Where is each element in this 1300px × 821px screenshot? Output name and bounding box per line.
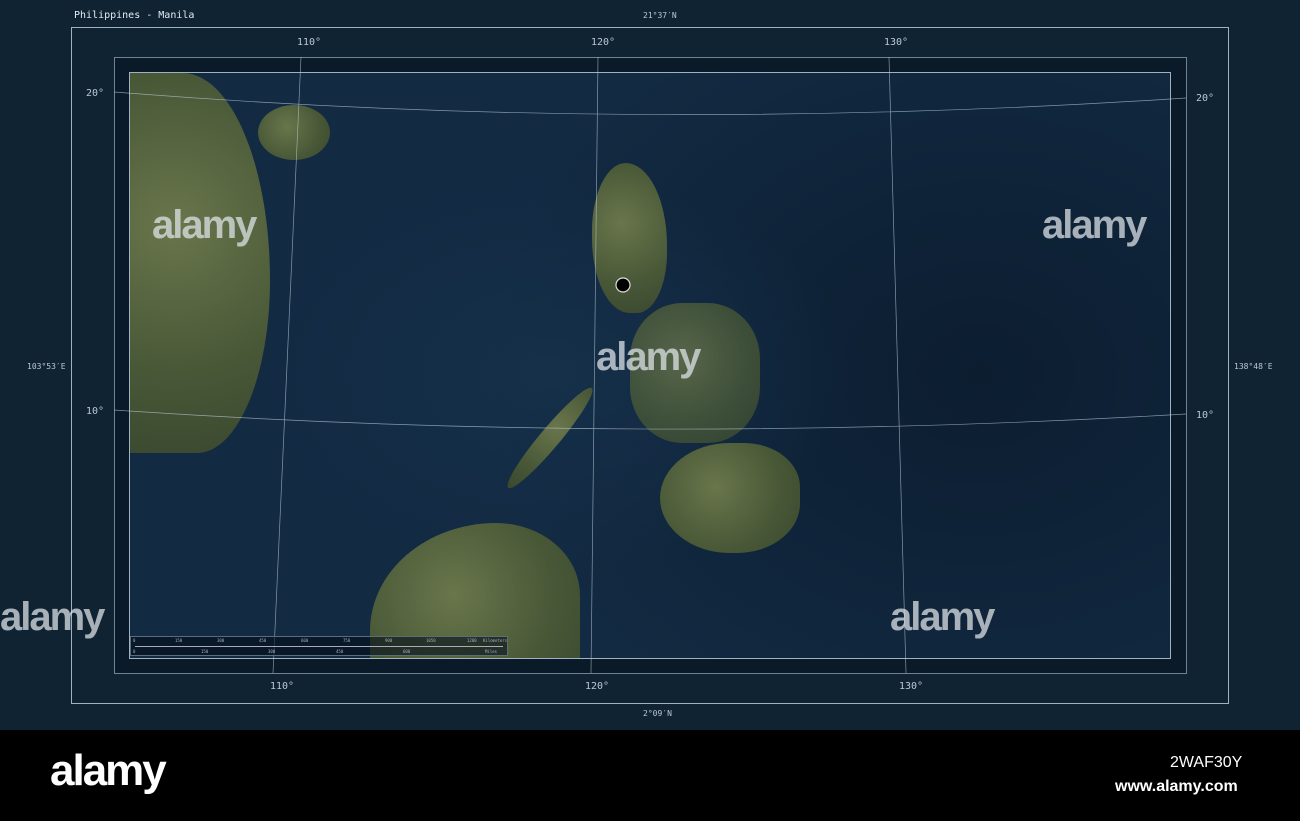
km-tick: 900 [385,638,393,643]
watermark: alamy [152,203,257,247]
mi-tick: 600 [403,649,411,654]
km-tick: 600 [301,638,309,643]
km-tick: 1200 [467,638,477,643]
manila-marker [615,277,631,293]
mi-tick: 450 [336,649,344,654]
mi-tick: 300 [268,649,276,654]
lat-line-10 [113,409,1187,430]
km-tick: 1050 [426,638,436,643]
image-code: 2WAF30Y [1170,754,1243,771]
graticule-lines [113,56,1187,674]
km-tick: 750 [343,638,351,643]
lon-line-110 [272,56,302,674]
km-tick: 450 [259,638,267,643]
scale-bar: 0 150 300 450 600 750 900 1050 1200 Kilo… [130,636,508,656]
lat-line-20 [113,91,1187,115]
watermark: alamy [890,595,995,639]
mi-tick: 150 [201,649,209,654]
mi-tick: 0 [133,649,136,654]
alamy-logo: alamy [50,746,167,795]
watermark: alamy [596,335,701,379]
lon-line-130 [888,56,907,674]
mi-unit: Miles [485,649,498,654]
site-url: www.alamy.com [1115,778,1238,795]
watermark: alamy [0,595,105,639]
km-tick: 0 [133,638,136,643]
watermark: alamy [1042,203,1147,247]
km-tick: 150 [175,638,183,643]
km-tick: 300 [217,638,225,643]
km-unit: Kilometers [483,638,508,643]
stock-footer: alamy 2WAF30Y www.alamy.com [0,730,1300,821]
